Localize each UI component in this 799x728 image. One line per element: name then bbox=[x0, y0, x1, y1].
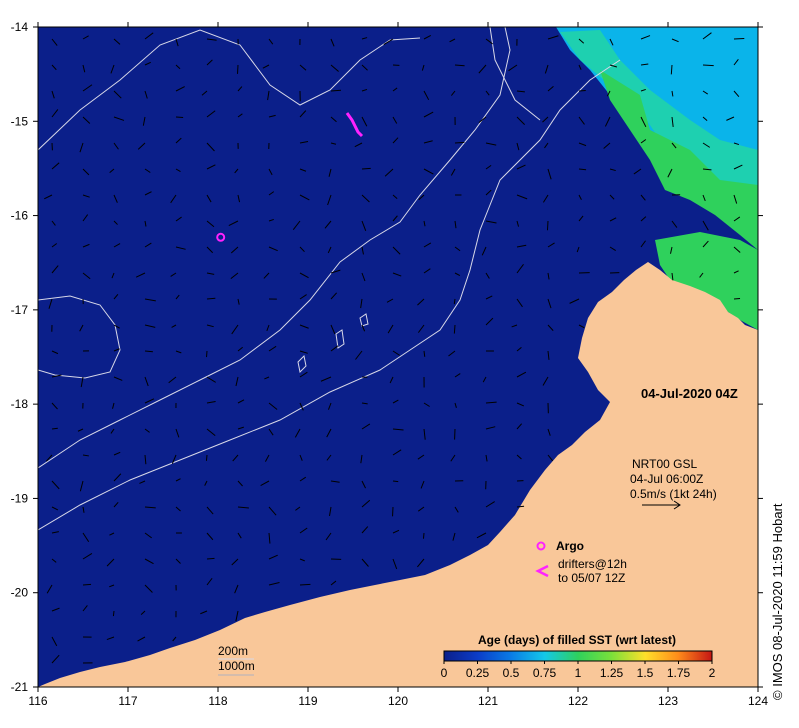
colorbar-segment bbox=[544, 651, 579, 661]
x-tick-label: 124 bbox=[748, 694, 768, 708]
y-tick-label: -17 bbox=[11, 303, 29, 317]
current-vector bbox=[516, 505, 525, 508]
colorbar-tick-label: 1.25 bbox=[600, 666, 624, 680]
x-tick-label: 117 bbox=[118, 694, 137, 708]
current-vector bbox=[82, 583, 92, 586]
current-legend-line-3: 0.5m/s (1kt 24h) bbox=[630, 487, 717, 501]
current-vector bbox=[361, 167, 371, 170]
colorbar-tick-label: 0.75 bbox=[533, 666, 557, 680]
current-vector bbox=[299, 583, 311, 586]
current-vector bbox=[454, 141, 465, 144]
x-tick-label: 116 bbox=[28, 694, 47, 708]
current-vector bbox=[453, 324, 456, 334]
colorbar-tick-label: 0.5 bbox=[503, 666, 520, 680]
x-tick-label: 122 bbox=[568, 694, 588, 708]
colorbar-segment bbox=[645, 651, 679, 661]
current-vector bbox=[578, 168, 587, 171]
colorbar: Age (days) of filled SST (wrt latest) 0 0… bbox=[441, 633, 716, 680]
current-vector bbox=[392, 480, 399, 483]
colorbar-gradient bbox=[444, 651, 713, 661]
x-tick-label: 118 bbox=[208, 694, 227, 708]
x-tick-label: 121 bbox=[478, 694, 498, 708]
x-tick-label: 120 bbox=[388, 694, 408, 708]
credit-text: © IMOS 08-Jul-2020 11:59 Hobart bbox=[770, 503, 785, 700]
credit-label: IMOS 08-Jul-2020 11:59 Hobart bbox=[770, 503, 785, 687]
y-tick-label: -21 bbox=[11, 680, 29, 694]
colorbar-tick-label: 1 bbox=[575, 666, 582, 680]
drifter-legend-line-1: drifters@12h bbox=[558, 557, 627, 571]
colorbar-segment bbox=[611, 651, 646, 661]
colorbar-segment bbox=[444, 651, 478, 661]
current-vector bbox=[206, 557, 215, 560]
argo-legend-label: Argo bbox=[556, 539, 584, 553]
isobath-legend-1000m: 1000m bbox=[218, 659, 255, 673]
copyright-symbol: © bbox=[770, 690, 785, 700]
colorbar-tick-label: 2 bbox=[709, 666, 716, 680]
current-vector bbox=[702, 64, 714, 67]
colorbar-segment bbox=[477, 651, 512, 661]
y-tick-label: -14 bbox=[11, 20, 29, 34]
current-legend-line-1: NRT00 GSL bbox=[632, 457, 697, 471]
current-vector bbox=[670, 64, 673, 75]
drifter-legend-line-2: to 05/07 12Z bbox=[558, 571, 625, 585]
colorbar-segment bbox=[511, 651, 545, 661]
current-vector bbox=[422, 532, 425, 539]
current-vector bbox=[112, 610, 115, 617]
colorbar-tick-label: 1.5 bbox=[637, 666, 654, 680]
current-vector bbox=[205, 454, 208, 461]
y-tick-label: -20 bbox=[11, 586, 29, 600]
x-tick-label: 119 bbox=[298, 694, 317, 708]
y-tick-label: -15 bbox=[11, 114, 29, 128]
colorbar-segment bbox=[578, 651, 612, 661]
current-vector bbox=[546, 220, 549, 231]
current-legend-line-2: 04-Jul 06:00Z bbox=[630, 472, 703, 486]
isobath-legend-200m: 200m bbox=[218, 644, 248, 658]
colorbar-segment bbox=[678, 651, 713, 661]
colorbar-title: Age (days) of filled SST (wrt latest) bbox=[478, 633, 676, 647]
current-vector bbox=[578, 89, 586, 92]
x-tick-label: 123 bbox=[658, 694, 678, 708]
colorbar-tick-label: 0 bbox=[441, 666, 448, 680]
y-tick-label: -16 bbox=[11, 209, 29, 223]
y-tick-label: -18 bbox=[11, 397, 29, 411]
colorbar-tick-label: 1.75 bbox=[667, 666, 691, 680]
map-figure: 116 117 118 119 120 121 122 123 124-14-15-16-17-… bbox=[11, 20, 769, 708]
map-timestamp: 04-Jul-2020 04Z bbox=[641, 386, 738, 401]
colorbar-tick-label: 0.25 bbox=[466, 666, 490, 680]
y-tick-label: -19 bbox=[11, 491, 29, 505]
